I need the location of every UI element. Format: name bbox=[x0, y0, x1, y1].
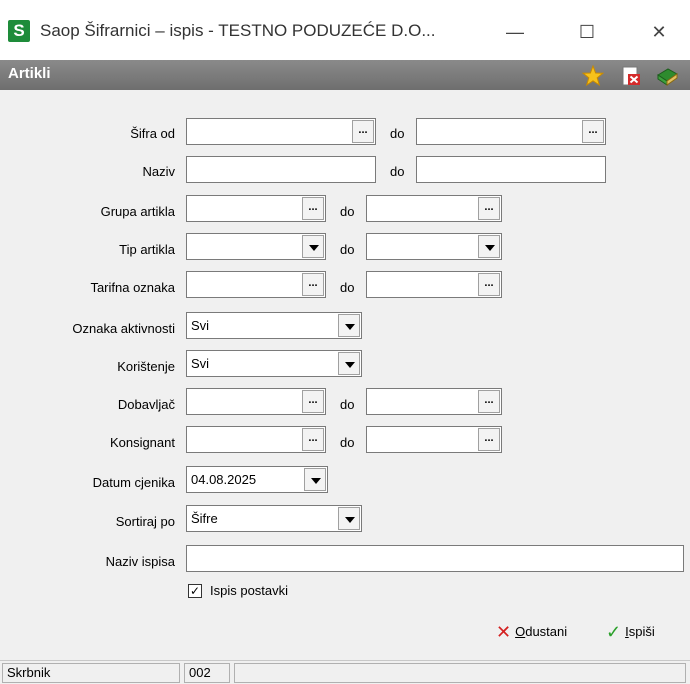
delete-document-icon[interactable] bbox=[620, 65, 642, 87]
tip-artikla-label: Tip artikla bbox=[119, 242, 175, 257]
datum-cjenika-picker[interactable]: 04.08.2025 bbox=[186, 466, 328, 493]
datum-cjenika-dropdown-arrow[interactable] bbox=[304, 468, 326, 491]
grupa-do-input[interactable]: ... bbox=[366, 195, 502, 222]
grupa-do-label: do bbox=[340, 204, 355, 219]
dobavljac-od-input[interactable]: ... bbox=[186, 388, 326, 415]
dobavljac-do-input[interactable]: ... bbox=[366, 388, 502, 415]
odustani-label: dustani bbox=[525, 623, 568, 639]
grupa-od-input[interactable]: ... bbox=[186, 195, 326, 222]
status-user: Skrbnik bbox=[2, 663, 180, 683]
datum-cjenika-label: Datum cjenika bbox=[92, 475, 175, 490]
sifra-od-input[interactable]: ... bbox=[186, 118, 376, 145]
section-header: Artikli bbox=[0, 60, 690, 90]
naziv-do-label: do bbox=[390, 164, 405, 179]
sifra-do-lookup-button[interactable]: ... bbox=[582, 120, 604, 143]
tip-od-select[interactable] bbox=[186, 233, 326, 260]
koristenje-value: Svi bbox=[191, 356, 210, 371]
ispis-postavki-label[interactable]: Ispis postavki bbox=[210, 583, 288, 598]
naziv-od-input[interactable] bbox=[186, 156, 376, 183]
oznaka-aktivnosti-label: Oznaka aktivnosti bbox=[72, 321, 175, 336]
sifra-od-lookup-button[interactable]: ... bbox=[352, 120, 374, 143]
title-bar: S Saop Šifrarnici – ispis - TESTNO PODUZ… bbox=[0, 0, 690, 60]
naziv-label: Naziv bbox=[142, 164, 175, 179]
grupa-artikla-label: Grupa artikla bbox=[100, 204, 175, 219]
dobavljac-od-lookup-button[interactable]: ... bbox=[302, 390, 324, 413]
minimize-button[interactable]: — bbox=[490, 14, 540, 50]
koristenje-select[interactable]: Svi bbox=[186, 350, 362, 377]
konsignant-label: Konsignant bbox=[109, 435, 175, 450]
checkmark-icon: ✓ bbox=[606, 622, 622, 642]
tarifna-oznaka-label: Tarifna oznaka bbox=[90, 280, 175, 295]
ispis-postavki-checkbox[interactable]: ✓ bbox=[188, 584, 202, 598]
dobavljac-do-label: do bbox=[340, 397, 355, 412]
naziv-do-input[interactable] bbox=[416, 156, 606, 183]
maximize-button[interactable]: ☐ bbox=[562, 14, 612, 50]
sortiraj-po-dropdown-arrow[interactable] bbox=[338, 507, 360, 530]
sifra-od-label: Šifra od bbox=[130, 126, 175, 141]
tarifna-do-label: do bbox=[340, 280, 355, 295]
star-icon[interactable] bbox=[582, 65, 604, 87]
cancel-x-icon: ✕ bbox=[496, 622, 512, 642]
tip-do-select[interactable] bbox=[366, 233, 502, 260]
koristenje-label: Korištenje bbox=[117, 359, 175, 374]
dobavljac-label: Dobavljač bbox=[117, 397, 175, 412]
konsignant-od-lookup-button[interactable]: ... bbox=[302, 428, 324, 451]
datum-cjenika-value: 04.08.2025 bbox=[191, 472, 257, 487]
oznaka-aktivnosti-value: Svi bbox=[191, 318, 210, 333]
oznaka-aktivnosti-select[interactable]: Svi bbox=[186, 312, 362, 339]
status-extra bbox=[234, 663, 686, 683]
book-icon[interactable] bbox=[656, 65, 678, 87]
tarifna-od-lookup-button[interactable]: ... bbox=[302, 273, 324, 296]
status-bar: Skrbnik 002 bbox=[0, 660, 690, 684]
section-title: Artikli bbox=[8, 65, 51, 82]
koristenje-dropdown-arrow[interactable] bbox=[338, 352, 360, 375]
tarifna-do-input[interactable]: ... bbox=[366, 271, 502, 298]
konsignant-do-lookup-button[interactable]: ... bbox=[478, 428, 500, 451]
sortiraj-po-label: Sortiraj po bbox=[115, 514, 175, 529]
sortiraj-po-select[interactable]: Šifre bbox=[186, 505, 362, 532]
oznaka-aktivnosti-dropdown-arrow[interactable] bbox=[338, 314, 360, 337]
naziv-ispisa-input[interactable] bbox=[186, 545, 684, 572]
konsignant-do-input[interactable]: ... bbox=[366, 426, 502, 453]
app-icon: S bbox=[8, 20, 30, 42]
sortiraj-po-value: Šifre bbox=[191, 511, 218, 526]
grupa-od-lookup-button[interactable]: ... bbox=[302, 197, 324, 220]
close-button[interactable]: ✕ bbox=[634, 14, 684, 50]
tip-od-dropdown-arrow[interactable] bbox=[302, 235, 324, 258]
status-code: 002 bbox=[184, 663, 230, 683]
tarifna-do-lookup-button[interactable]: ... bbox=[478, 273, 500, 296]
konsignant-od-input[interactable]: ... bbox=[186, 426, 326, 453]
ispisi-button[interactable]: ✓ Ispiši bbox=[606, 622, 655, 650]
window-title: Saop Šifrarnici – ispis - TESTNO PODUZEĆ… bbox=[40, 21, 436, 40]
tip-do-dropdown-arrow[interactable] bbox=[478, 235, 500, 258]
naziv-ispisa-label: Naziv ispisa bbox=[105, 554, 175, 569]
dobavljac-do-lookup-button[interactable]: ... bbox=[478, 390, 500, 413]
sifra-do-input[interactable]: ... bbox=[416, 118, 606, 145]
grupa-do-lookup-button[interactable]: ... bbox=[478, 197, 500, 220]
tip-do-label: do bbox=[340, 242, 355, 257]
odustani-mnemonic: O bbox=[515, 623, 526, 639]
konsignant-do-label: do bbox=[340, 435, 355, 450]
sifra-do-label: do bbox=[390, 126, 405, 141]
odustani-button[interactable]: ✕ Odustani bbox=[496, 622, 567, 650]
tarifna-od-input[interactable]: ... bbox=[186, 271, 326, 298]
ispisi-label: spiši bbox=[628, 623, 655, 639]
